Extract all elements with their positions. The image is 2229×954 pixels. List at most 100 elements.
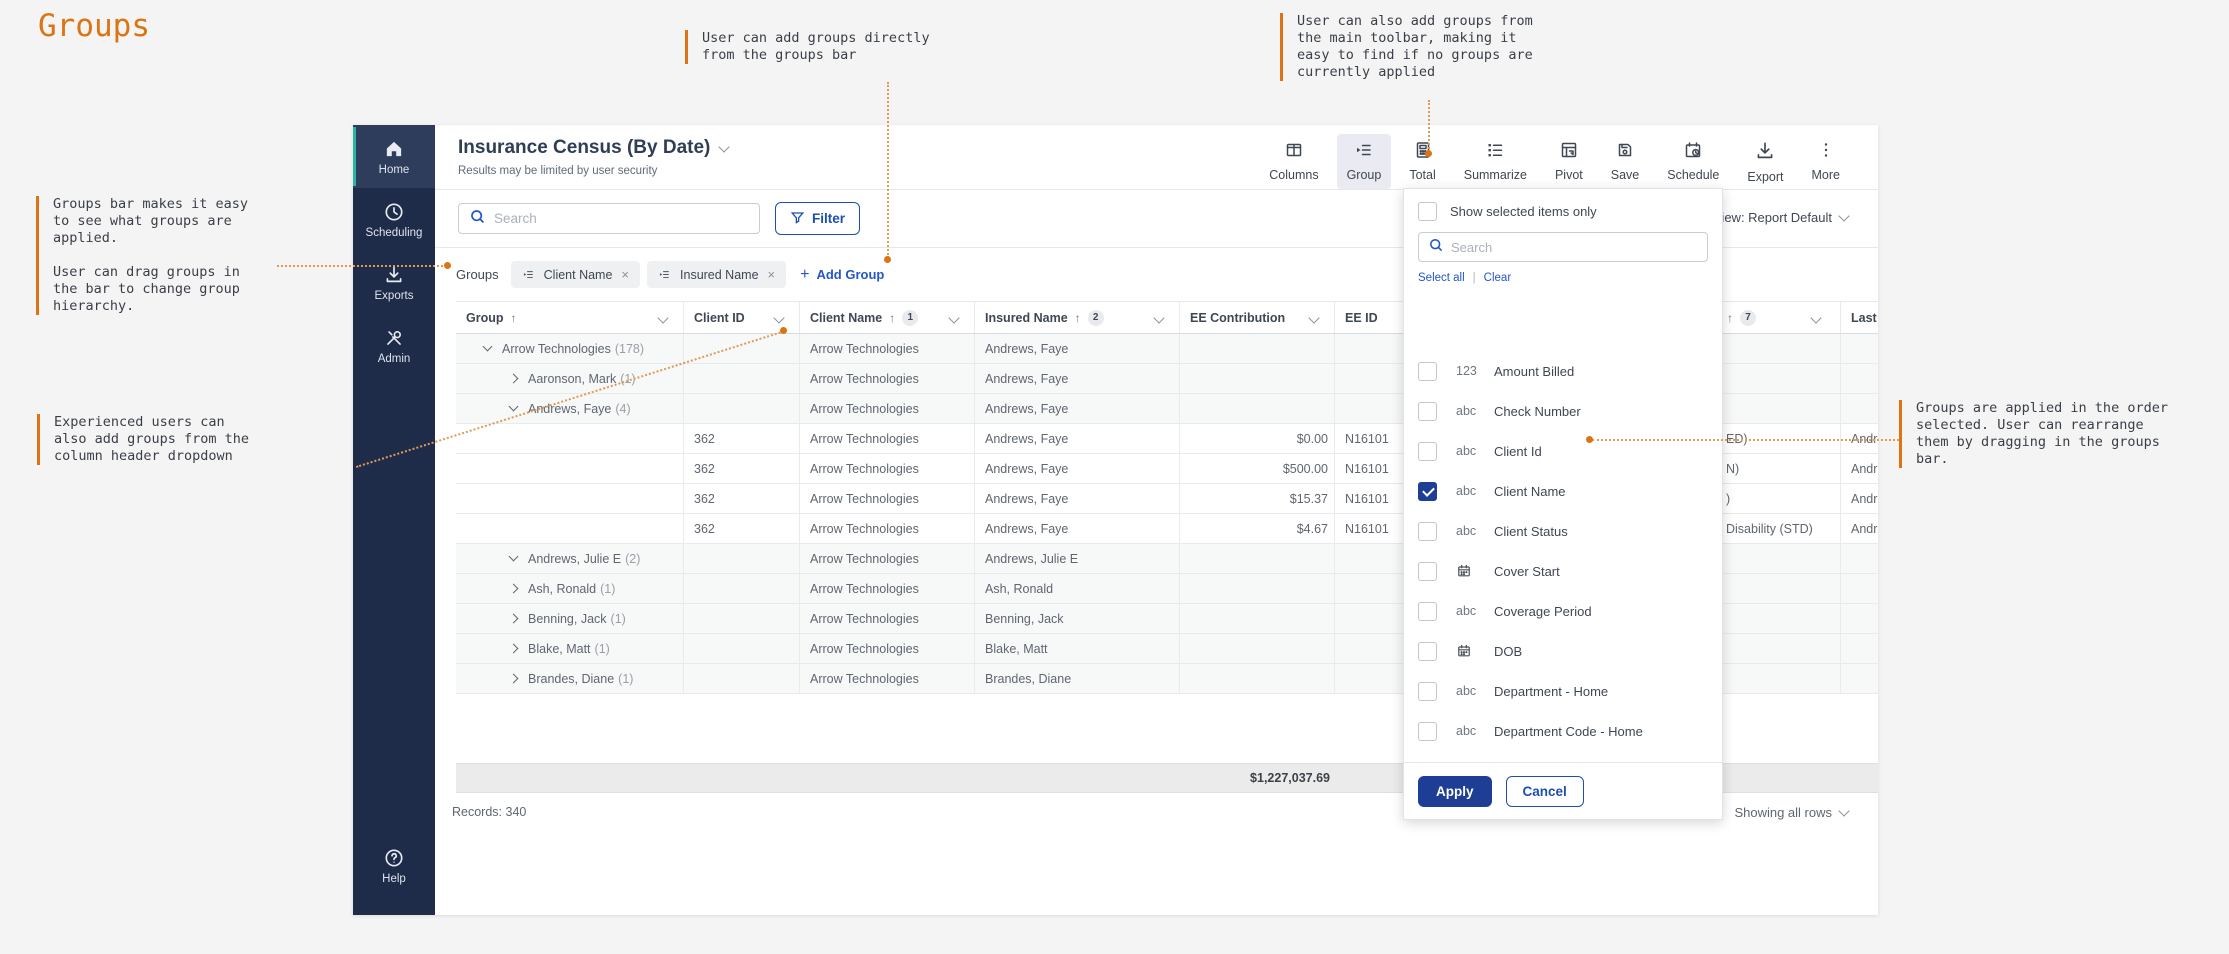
columns-icon	[1284, 140, 1304, 165]
report-title[interactable]: Insurance Census (By Date)	[458, 137, 728, 159]
group-count: (178)	[615, 342, 644, 356]
field-label: Cover Start	[1494, 564, 1560, 579]
calendar-icon	[1456, 563, 1494, 579]
toolbar-group-button[interactable]: Group	[1337, 134, 1392, 189]
column-menu-chevron-icon[interactable]	[1308, 312, 1319, 323]
toolbar-total-button[interactable]: Total	[1399, 134, 1445, 189]
toolbar-button-label: More	[1812, 168, 1840, 182]
checkbox[interactable]	[1418, 402, 1437, 421]
records-count: Records: 340	[452, 805, 526, 819]
column-header-ee_contribution[interactable]: EE Contribution	[1180, 302, 1335, 333]
checkbox[interactable]	[1418, 562, 1437, 581]
toolbar-more-button[interactable]: More	[1802, 134, 1850, 189]
field-item-department-home[interactable]: abcDepartment - Home	[1404, 671, 1722, 711]
remove-chip-icon[interactable]: ×	[621, 267, 629, 282]
view-selector[interactable]: View: Report Default	[1713, 210, 1848, 225]
sidebar-item-help[interactable]: Help	[353, 834, 435, 897]
clear-link[interactable]: Clear	[1484, 272, 1511, 284]
column-header-last[interactable]: Last	[1841, 302, 1878, 333]
field-item-check-number[interactable]: abcCheck Number	[1404, 391, 1722, 431]
checkbox[interactable]	[1418, 522, 1437, 541]
sort-order-badge: 7	[1740, 310, 1756, 326]
expand-group-icon[interactable]	[509, 584, 519, 594]
cancel-button[interactable]: Cancel	[1506, 776, 1584, 807]
checkbox[interactable]	[1418, 442, 1437, 461]
column-menu-chevron-icon[interactable]	[948, 312, 959, 323]
sidebar-item-scheduling[interactable]: Scheduling	[353, 188, 435, 251]
checkbox[interactable]	[1418, 682, 1437, 701]
filter-button[interactable]: Filter	[775, 202, 860, 235]
show-selected-label: Show selected items only	[1450, 204, 1597, 219]
field-item-client-id[interactable]: abcClient Id	[1404, 431, 1722, 471]
checkbox-checked[interactable]	[1418, 482, 1437, 501]
expand-group-icon[interactable]	[509, 614, 519, 624]
field-item-cover-start[interactable]: Cover Start	[1404, 551, 1722, 591]
column-menu-chevron-icon[interactable]	[773, 312, 784, 323]
page-title: Groups	[38, 8, 150, 44]
checkbox[interactable]	[1418, 642, 1437, 661]
column-menu-chevron-icon[interactable]	[1810, 312, 1821, 323]
cell-client_id	[684, 364, 800, 393]
toolbar-columns-button[interactable]: Columns	[1259, 134, 1328, 189]
sidebar-item-exports[interactable]: Exports	[353, 251, 435, 314]
collapse-group-icon[interactable]	[483, 342, 493, 352]
expand-group-icon[interactable]	[509, 374, 519, 384]
group-chip[interactable]: Insured Name ×	[647, 261, 786, 288]
field-item-amount-billed[interactable]: 123Amount Billed	[1404, 351, 1722, 391]
field-item-department-code-home[interactable]: abcDepartment Code - Home	[1404, 711, 1722, 751]
field-item-dob[interactable]: DOB	[1404, 631, 1722, 671]
toolbar-schedule-button[interactable]: Schedule	[1657, 134, 1729, 189]
groups-bar-label: Groups	[456, 267, 499, 282]
cell-group	[456, 514, 684, 543]
apply-button[interactable]: Apply	[1418, 776, 1492, 807]
cell-group: Aaronson, Mark(1)	[456, 364, 684, 393]
group-count: (1)	[618, 672, 633, 686]
add-group-button[interactable]: + Add Group	[800, 266, 884, 284]
show-selected-checkbox[interactable]	[1418, 202, 1437, 221]
cell-last	[1841, 664, 1878, 693]
expand-group-icon[interactable]	[509, 644, 519, 654]
grid-search-box[interactable]	[458, 203, 760, 234]
cell-client_name: Arrow Technologies	[800, 484, 975, 513]
field-item-coverage-period[interactable]: abcCoverage Period	[1404, 591, 1722, 631]
sort-order-badge: 2	[1088, 310, 1104, 326]
panel-search-box[interactable]	[1418, 232, 1708, 262]
sidebar-item-home[interactable]: Home	[353, 125, 435, 188]
column-menu-chevron-icon[interactable]	[657, 312, 668, 323]
column-header-client_name[interactable]: Client Name↑1	[800, 302, 975, 333]
field-item-client-status[interactable]: abcClient Status	[1404, 511, 1722, 551]
grid-search-input[interactable]	[494, 211, 749, 226]
collapse-group-icon[interactable]	[509, 402, 519, 412]
column-header-insured_name[interactable]: Insured Name↑2	[975, 302, 1180, 333]
field-item-client-name[interactable]: abcClient Name	[1404, 471, 1722, 511]
group-chip-label: Insured Name	[680, 268, 759, 282]
column-menu-chevron-icon[interactable]	[1153, 312, 1164, 323]
toolbar-save-button[interactable]: Save	[1601, 134, 1650, 189]
cell-client_name: Arrow Technologies	[800, 544, 975, 573]
toolbar-export-button[interactable]: Export	[1737, 134, 1793, 189]
panel-search-input[interactable]	[1451, 240, 1698, 255]
remove-chip-icon[interactable]: ×	[768, 267, 776, 282]
cell-last	[1841, 544, 1878, 573]
toolbar-summarize-button[interactable]: Summarize	[1454, 134, 1537, 189]
select-all-link[interactable]: Select all	[1418, 272, 1465, 284]
checkbox[interactable]	[1418, 722, 1437, 741]
checkbox[interactable]	[1418, 602, 1437, 621]
field-item-division-home[interactable]: abcDivision - Home	[1404, 751, 1722, 762]
column-header-group[interactable]: Group↑	[456, 302, 684, 333]
group-chip-label: Client Name	[544, 268, 613, 282]
report-title-chevron-icon[interactable]	[719, 141, 730, 152]
cell-client_id	[684, 394, 800, 423]
toolbar-pivot-button[interactable]: Pivot	[1545, 134, 1593, 189]
field-type-icon: abc	[1456, 404, 1494, 418]
expand-group-icon[interactable]	[509, 674, 519, 684]
group-count: (4)	[615, 402, 630, 416]
checkbox[interactable]	[1418, 362, 1437, 381]
toolbar-button-label: Total	[1409, 168, 1435, 182]
toolbar-button-label: Columns	[1269, 168, 1318, 182]
rows-display-selector[interactable]: Showing all rows	[1734, 805, 1848, 820]
sidebar-item-admin[interactable]: Admin	[353, 314, 435, 377]
collapse-group-icon[interactable]	[509, 552, 519, 562]
cell-client_id	[684, 664, 800, 693]
group-chip[interactable]: Client Name ×	[511, 261, 640, 288]
